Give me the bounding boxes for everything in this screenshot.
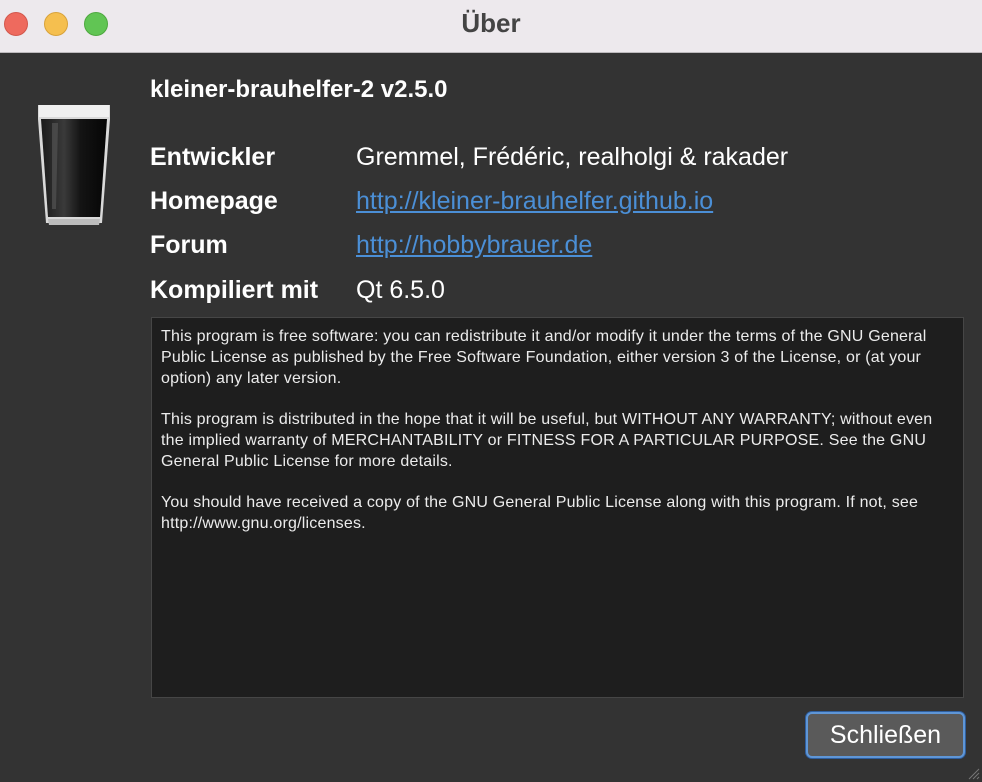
license-paragraph: You should have received a copy of the G…	[161, 494, 919, 532]
info-row-forum: Forum http://hobbybrauer.de	[150, 228, 592, 262]
info-row-homepage: Homepage http://kleiner-brauhelfer.githu…	[150, 184, 713, 218]
license-paragraph: This program is distributed in the hope …	[161, 411, 933, 470]
homepage-label: Homepage	[150, 186, 278, 215]
resize-grip-icon[interactable]	[966, 766, 980, 780]
developer-label: Entwickler	[150, 142, 276, 171]
license-text-box[interactable]: This program is free software: you can r…	[151, 317, 964, 698]
compiled-with-label: Kompiliert mit	[150, 275, 319, 304]
forum-link[interactable]: http://hobbybrauer.de	[356, 231, 592, 260]
window-title: Über	[461, 8, 521, 38]
homepage-link[interactable]: http://kleiner-brauhelfer.github.io	[356, 187, 713, 216]
close-button[interactable]: Schließen	[806, 712, 965, 758]
developer-value: Gremmel, Frédéric, realholgi & rakader	[356, 142, 789, 171]
compiled-with-value: Qt 6.5.0	[356, 275, 445, 304]
forum-label: Forum	[150, 230, 228, 259]
license-paragraph: This program is free software: you can r…	[161, 328, 927, 387]
title-bar: Über	[0, 0, 982, 53]
about-dialog: Über kleiner-brauhelfer-2 v2.5.0 Entwick…	[0, 0, 982, 782]
app-name: kleiner-brauhelfer-2 v2.5.0	[150, 76, 448, 103]
info-row-compiled-with: Kompiliert mit Qt 6.5.0	[150, 273, 445, 307]
info-row-developer: Entwickler Gremmel, Frédéric, realholgi …	[150, 140, 788, 174]
beer-glass-icon	[38, 105, 110, 225]
dialog-content: kleiner-brauhelfer-2 v2.5.0 Entwickler G…	[0, 53, 982, 782]
